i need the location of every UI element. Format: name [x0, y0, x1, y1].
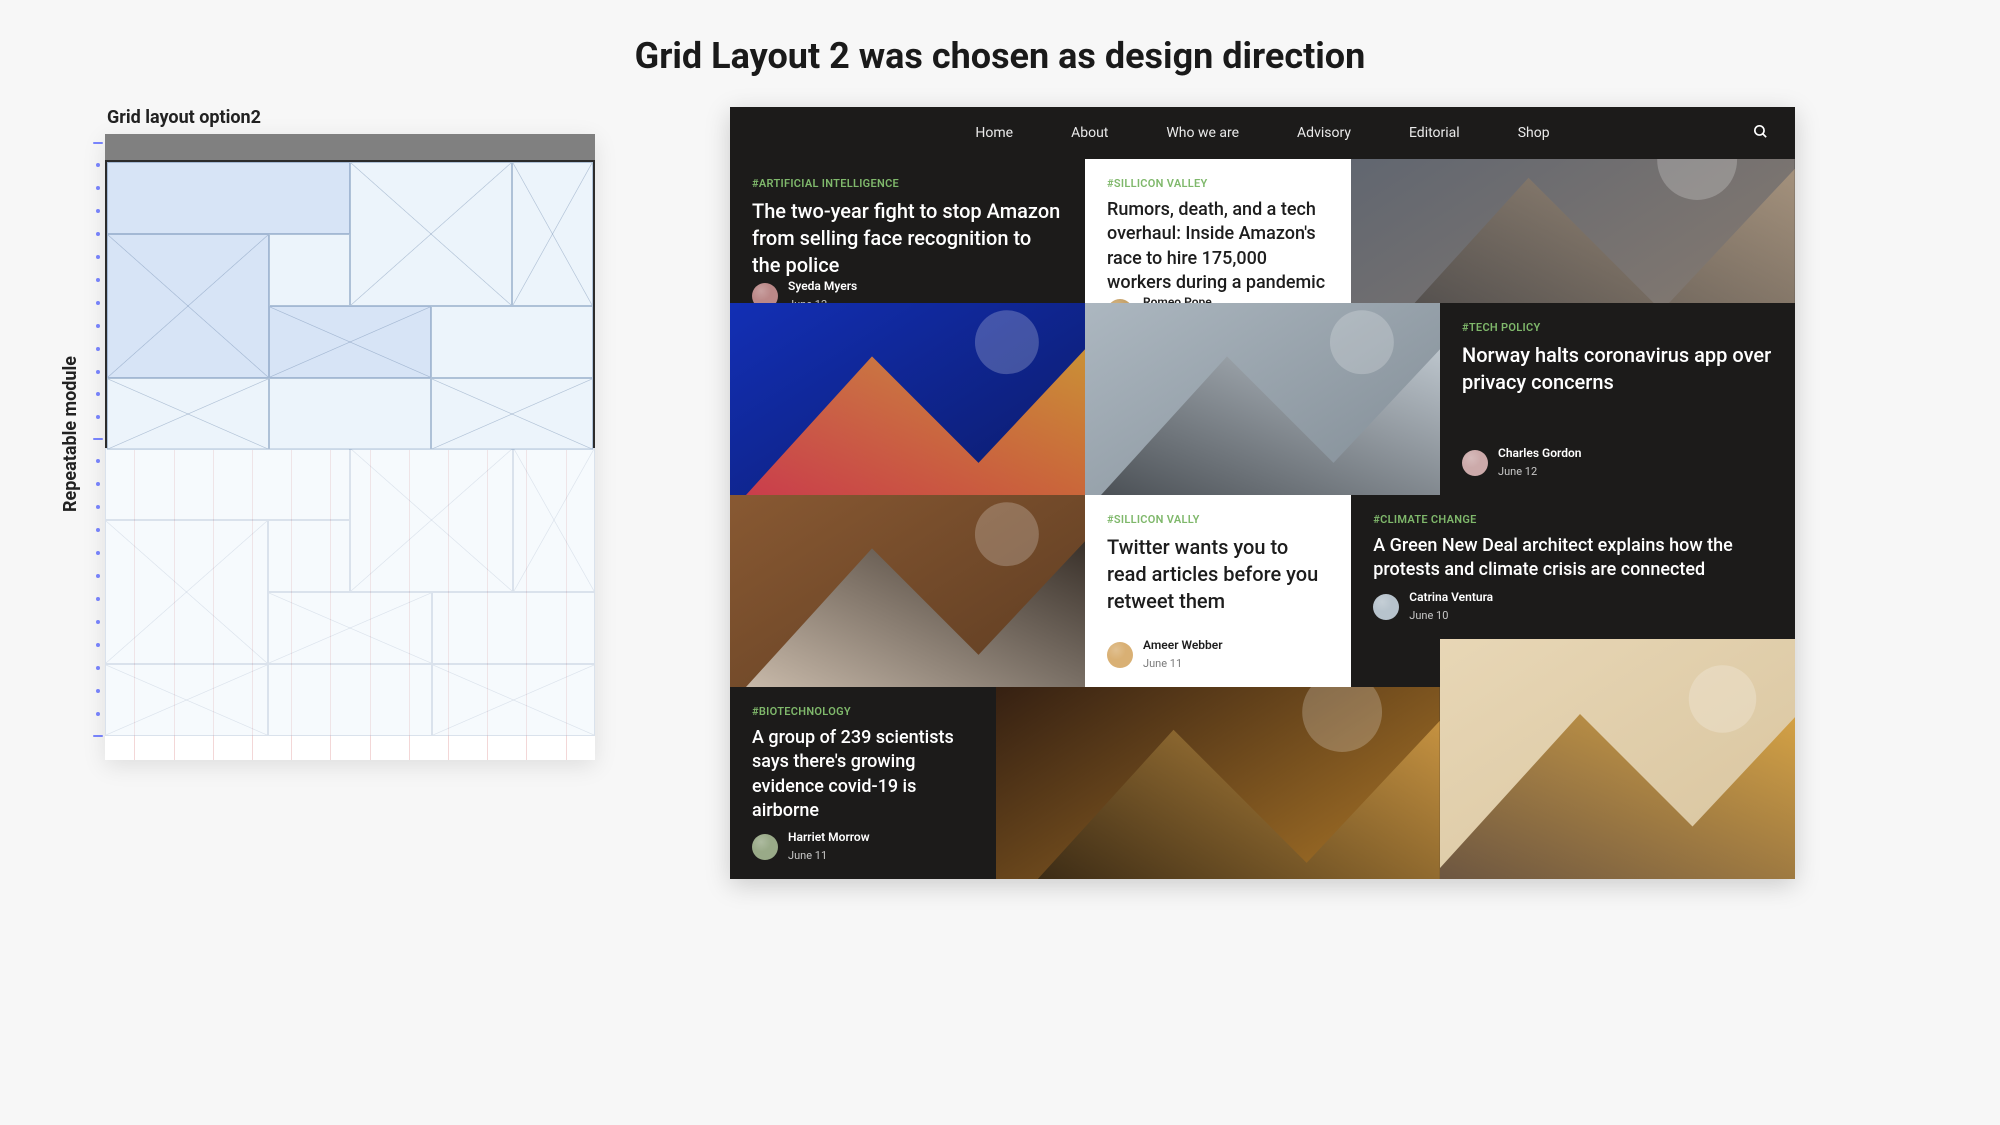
article-date: June 11 — [1143, 657, 1182, 670]
article-date: June 10 — [1409, 609, 1448, 622]
avatar — [752, 834, 778, 860]
wireframe-label: Grid layout option2 — [107, 107, 600, 128]
wireframe-canvas — [105, 134, 595, 760]
avatar — [1107, 642, 1133, 668]
author-name: Catrina Ventura — [1409, 590, 1493, 604]
article-image — [730, 495, 1085, 687]
nav-editorial[interactable]: Editorial — [1409, 125, 1460, 141]
article-image — [1085, 303, 1440, 495]
nav-shop[interactable]: Shop — [1518, 125, 1550, 141]
article-headline: A Green New Deal architect explains how … — [1373, 534, 1773, 583]
wireframe-panel: Repeatable module Grid layout option2 — [60, 107, 600, 760]
wire-module-2 — [105, 448, 595, 738]
article-headline: A group of 239 scientists says there's g… — [752, 726, 974, 823]
top-nav: Home About Who we are Advisory Editorial… — [730, 107, 1795, 159]
author-name: Charles Gordon — [1498, 446, 1581, 460]
article-image — [1440, 639, 1795, 879]
article-card[interactable]: #SILLICON VALLY Twitter wants you to rea… — [1085, 495, 1351, 687]
author-name: Syeda Myers — [788, 279, 857, 293]
article-image — [1351, 159, 1795, 303]
article-tag: #BIOTECHNOLOGY — [752, 705, 974, 718]
author-name: Harriet Morrow — [788, 830, 870, 844]
article-tag: #CLIMATE CHANGE — [1373, 513, 1773, 526]
site-mock: Home About Who we are Advisory Editorial… — [730, 107, 1795, 879]
article-headline: Twitter wants you to read articles befor… — [1107, 534, 1329, 615]
avatar — [1462, 450, 1488, 476]
article-image — [730, 303, 1085, 495]
page-title: Grid Layout 2 was chosen as design direc… — [0, 0, 2000, 107]
article-tag: #TECH POLICY — [1462, 321, 1773, 334]
article-headline: Rumors, death, and a tech overhaul: Insi… — [1107, 198, 1329, 295]
article-date: June 11 — [788, 849, 827, 862]
nav-advisory[interactable]: Advisory — [1297, 125, 1351, 141]
article-card[interactable]: #ARTIFICIAL INTELLIGENCE The two-year fi… — [730, 159, 1085, 303]
author-name: Romeo Pope — [1143, 295, 1212, 303]
article-image — [996, 687, 1440, 879]
nav-home[interactable]: Home — [975, 125, 1013, 141]
article-tag: #SILLICON VALLY — [1107, 513, 1329, 526]
repeatable-module-label: Repeatable module — [60, 356, 81, 512]
wire-module-1 — [105, 160, 595, 448]
article-tag: #SILLICON VALLEY — [1107, 177, 1329, 190]
article-card[interactable]: #CLIMATE CHANGE A Green New Deal archite… — [1351, 495, 1795, 639]
nav-who[interactable]: Who we are — [1166, 125, 1239, 141]
module-ticks — [91, 107, 105, 747]
article-card[interactable]: #TECH POLICY Norway halts coronavirus ap… — [1440, 303, 1795, 495]
article-headline: Norway halts coronavirus app over privac… — [1462, 342, 1773, 396]
article-headline: The two-year fight to stop Amazon from s… — [752, 198, 1063, 279]
search-icon[interactable] — [1752, 123, 1769, 144]
avatar — [1373, 594, 1399, 620]
article-card[interactable]: #SILLICON VALLEY Rumors, death, and a te… — [1085, 159, 1351, 303]
nav-about[interactable]: About — [1071, 125, 1108, 141]
article-card[interactable]: #BIOTECHNOLOGY A group of 239 scientists… — [730, 687, 996, 879]
article-date: June 12 — [1498, 465, 1537, 478]
article-tag: #ARTIFICIAL INTELLIGENCE — [752, 177, 1063, 190]
author-name: Ameer Webber — [1143, 638, 1223, 652]
avatar — [752, 283, 778, 304]
